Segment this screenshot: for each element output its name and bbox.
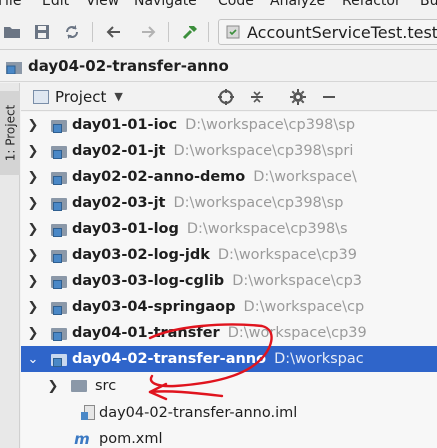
chevron-down-icon[interactable]: ⌄ bbox=[25, 351, 41, 367]
save-icon[interactable] bbox=[32, 22, 52, 42]
iml-file-icon bbox=[81, 405, 95, 421]
project-panel-header: Project ▼ bbox=[21, 83, 437, 111]
chevron-down-icon[interactable]: ▼ bbox=[114, 90, 122, 103]
menu-code[interactable]: Code bbox=[218, 0, 254, 9]
chevron-right-icon[interactable]: ❯ bbox=[25, 169, 41, 185]
chevron-right-icon[interactable]: ❯ bbox=[25, 195, 41, 211]
menu-analyze[interactable]: Analyze bbox=[270, 0, 325, 9]
project-tool-window-tab[interactable]: 1: Project bbox=[0, 91, 20, 175]
module-name: day01-01-ioc bbox=[72, 117, 178, 133]
test-config-icon bbox=[225, 24, 241, 40]
module-path: D:\workspace\cp3 bbox=[232, 273, 363, 289]
chevron-right-icon[interactable]: ❯ bbox=[25, 299, 41, 315]
sync-icon[interactable] bbox=[62, 22, 82, 42]
module-path: D:\workspace\cp398\sp bbox=[173, 195, 344, 211]
forward-arrow-icon[interactable] bbox=[138, 22, 158, 42]
tree-row-pom[interactable]: m pom.xml bbox=[21, 426, 437, 448]
module-name: day03-02-log-jdk bbox=[72, 247, 210, 263]
tree-row-module[interactable]: ❯ day03-01-log D:\workspace\cp398\s bbox=[21, 216, 437, 242]
project-view-title[interactable]: Project bbox=[55, 88, 106, 106]
module-name: day02-02-anno-demo bbox=[72, 169, 246, 185]
tree-row-module[interactable]: ❯ day03-04-springaop D:\workspace\cp bbox=[21, 294, 437, 320]
toolbar-separator bbox=[168, 22, 169, 42]
tree-row-module[interactable]: ❯ day02-03-jt D:\workspace\cp398\sp bbox=[21, 190, 437, 216]
module-path: D:\workspace\cp39 bbox=[217, 247, 357, 263]
file-name: day04-02-transfer-anno.iml bbox=[99, 405, 298, 421]
module-folder-icon bbox=[6, 59, 22, 75]
module-path: D:\workspac bbox=[274, 351, 364, 367]
module-path: D:\workspace\cp bbox=[243, 299, 365, 315]
module-folder-icon bbox=[51, 248, 69, 263]
collapse-all-icon[interactable] bbox=[247, 87, 267, 107]
project-tab-label: 1: Project bbox=[3, 104, 17, 162]
module-path: D:\workspace\cp398\s bbox=[186, 221, 348, 237]
menu-build[interactable]: Build bbox=[420, 0, 437, 9]
minimize-icon[interactable] bbox=[319, 87, 339, 107]
toolbar-separator bbox=[208, 22, 209, 42]
navigation-bar: day04-02-transfer-anno bbox=[0, 51, 437, 82]
module-name: day02-01-jt bbox=[72, 143, 166, 159]
module-folder-icon bbox=[51, 326, 69, 341]
tool-window-strip: 1: Project bbox=[0, 83, 20, 448]
menu-edit[interactable]: Edit bbox=[42, 0, 69, 9]
folder-icon bbox=[71, 379, 89, 393]
chevron-right-icon[interactable]: ❯ bbox=[25, 143, 41, 159]
file-name: pom.xml bbox=[99, 431, 163, 447]
project-tree: ❯ day01-01-ioc D:\workspace\cp398\sp ❯ d… bbox=[21, 112, 437, 448]
chevron-right-icon[interactable]: ❯ bbox=[25, 247, 41, 263]
module-folder-icon bbox=[51, 300, 69, 315]
locate-target-icon[interactable] bbox=[216, 87, 236, 107]
tree-row-iml[interactable]: day04-02-transfer-anno.iml bbox=[21, 400, 437, 426]
menu-bar: File Edit View Navigate Code Analyze Ref… bbox=[0, 0, 437, 14]
module-name: day03-01-log bbox=[72, 221, 179, 237]
module-path: D:\workspace\ bbox=[253, 169, 357, 185]
project-view-icon bbox=[33, 89, 49, 104]
toolbar-separator bbox=[92, 22, 93, 42]
chevron-right-icon[interactable]: ❯ bbox=[25, 117, 41, 133]
back-arrow-icon[interactable] bbox=[104, 22, 124, 42]
gear-icon[interactable] bbox=[288, 87, 308, 107]
module-folder-icon bbox=[51, 118, 69, 133]
open-folder-icon[interactable] bbox=[2, 22, 22, 42]
module-name: day02-03-jt bbox=[72, 195, 166, 211]
tree-row-module[interactable]: ❯ day02-01-jt D:\workspace\cp398\spri bbox=[21, 138, 437, 164]
chevron-right-icon[interactable]: ❯ bbox=[25, 221, 41, 237]
run-configuration-selector[interactable]: AccountServiceTest.testTr bbox=[218, 19, 437, 45]
menu-navigate[interactable]: Navigate bbox=[134, 0, 197, 9]
module-folder-icon bbox=[51, 144, 69, 159]
tree-row-module[interactable]: ❯ day01-01-ioc D:\workspace\cp398\sp bbox=[21, 112, 437, 138]
folder-name: src bbox=[95, 378, 117, 394]
maven-icon: m bbox=[74, 430, 90, 448]
module-name: day03-04-springaop bbox=[72, 299, 236, 315]
module-path: D:\workspace\cp39 bbox=[227, 325, 367, 341]
menu-refactor[interactable]: Refactor bbox=[342, 0, 401, 9]
menu-view[interactable]: View bbox=[86, 0, 119, 9]
module-folder-icon bbox=[51, 196, 69, 211]
chevron-right-icon[interactable]: ❯ bbox=[45, 378, 61, 394]
module-name: day04-01-transfer bbox=[72, 325, 220, 341]
tree-row-src[interactable]: ❯ src bbox=[21, 373, 437, 399]
module-folder-icon bbox=[51, 222, 69, 237]
module-name: day04-02-transfer-anno bbox=[72, 351, 267, 367]
tree-row-module[interactable]: ❯ day03-03-log-cglib D:\workspace\cp3 bbox=[21, 268, 437, 294]
build-hammer-icon[interactable] bbox=[180, 22, 200, 42]
run-configuration-label: AccountServiceTest.testTr bbox=[247, 22, 437, 42]
tree-row-module[interactable]: ❯ day04-01-transfer D:\workspace\cp39 bbox=[21, 320, 437, 346]
chevron-right-icon[interactable]: ❯ bbox=[25, 325, 41, 341]
tree-row-module[interactable]: ❯ day03-02-log-jdk D:\workspace\cp39 bbox=[21, 242, 437, 268]
chevron-right-icon[interactable]: ❯ bbox=[25, 273, 41, 289]
module-folder-icon bbox=[51, 352, 69, 367]
main-toolbar: AccountServiceTest.testTr bbox=[0, 14, 437, 50]
module-path: D:\workspace\cp398\spri bbox=[173, 143, 354, 159]
module-path: D:\workspace\cp398\sp bbox=[185, 117, 356, 133]
module-name: day03-03-log-cglib bbox=[72, 273, 225, 289]
module-folder-icon bbox=[51, 274, 69, 289]
module-folder-icon bbox=[51, 170, 69, 185]
breadcrumb-module[interactable]: day04-02-transfer-anno bbox=[28, 57, 229, 75]
tree-row-module-selected[interactable]: ⌄ day04-02-transfer-anno D:\workspac bbox=[21, 346, 437, 372]
menu-file[interactable]: File bbox=[0, 0, 21, 9]
tree-row-module[interactable]: ❯ day02-02-anno-demo D:\workspace\ bbox=[21, 164, 437, 190]
